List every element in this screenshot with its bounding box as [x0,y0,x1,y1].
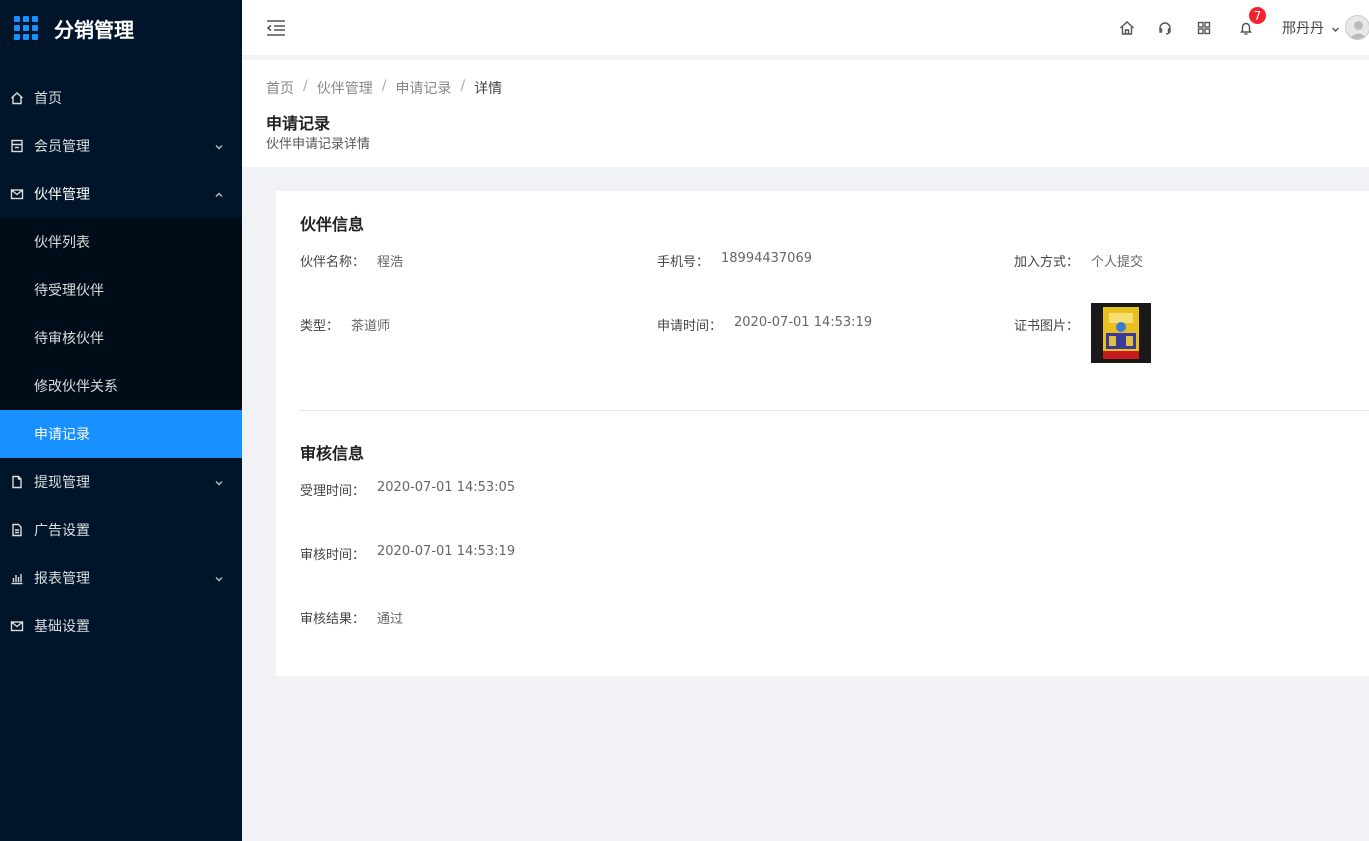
field-value: 个人提交 [1091,255,1144,270]
sidebar-item-home[interactable]: 首页 [0,74,242,122]
field-label: 审核结果： [300,612,366,627]
field-value: 2020-07-01 14:53:19 [734,315,873,330]
phone-field: 手机号： 18994437069 [657,251,812,270]
sidebar-item-modify-relation[interactable]: 修改伙伴关系 [0,362,242,410]
breadcrumb-separator: / [381,78,387,94]
page-header: 首页 / 伙伴管理 / 申请记录 / 详情 申请记录 伙伴申请记录详情 [242,60,1369,167]
sidebar-item-partners[interactable]: 伙伴管理 [0,170,242,218]
breadcrumb-home[interactable]: 首页 [266,78,294,98]
sidebar-item-pending-accept[interactable]: 待受理伙伴 [0,266,242,314]
chevron-down-icon [214,140,224,150]
logo[interactable]: 分销管理 [0,0,242,56]
sidebar-item-label: 伙伴管理 [34,187,90,203]
field-value: 18994437069 [721,251,812,266]
notification-badge: 7 [1248,6,1267,25]
sidebar-item-basic-settings[interactable]: 基础设置 [0,602,242,650]
sidebar-item-label: 基础设置 [34,619,90,635]
field-value: 通过 [377,612,404,627]
sidebar-item-pending-review[interactable]: 待审核伙伴 [0,314,242,362]
breadcrumb-separator: / [460,78,466,94]
certificate-image[interactable] [1091,303,1151,363]
partners-submenu: 伙伴列表 待受理伙伴 待审核伙伴 修改伙伴关系 申请记录 [0,218,242,458]
review-result-field: 审核结果： 通过 [300,608,403,627]
join-method-field: 加入方式： 个人提交 [1014,251,1143,270]
chevron-down-icon[interactable] [1331,23,1340,32]
field-value: 2020-07-01 14:53:05 [377,480,516,495]
mail-icon [10,187,24,201]
chevron-up-icon [214,188,224,198]
menu-fold-icon[interactable] [266,19,286,37]
field-label: 申请时间： [657,319,723,334]
field-label: 手机号： [657,255,710,270]
bar-chart-icon [10,571,24,585]
sidebar-item-withdrawals[interactable]: 提现管理 [0,458,242,506]
section-divider [300,410,1369,411]
field-label: 加入方式： [1014,255,1080,270]
field-value: 茶道师 [351,319,391,334]
sidebar-item-label: 广告设置 [34,523,90,539]
apply-time-field: 申请时间： 2020-07-01 14:53:19 [657,315,872,334]
sidebar-item-label: 报表管理 [34,571,90,587]
sidebar-item-members[interactable]: 会员管理 [0,122,242,170]
apps-icon[interactable] [1196,20,1212,36]
sidebar: 分销管理 首页 会员管理 伙伴管理 伙伴列表 待受理伙伴 待审核伙伴 修改伙伴关… [0,0,242,841]
sidebar-item-reports[interactable]: 报表管理 [0,554,242,602]
field-label: 类型： [300,319,340,334]
app-grid-icon [14,16,38,40]
field-label: 证书图片： [1014,319,1080,334]
breadcrumb-separator: / [303,78,308,94]
sidebar-item-label: 首页 [34,91,62,107]
calculator-icon [10,139,24,153]
field-value: 2020-07-01 14:53:19 [377,544,516,559]
detail-card: 伙伴信息 伙伴名称： 程浩 手机号： 18994437069 加入方式： 个人提… [276,191,1369,676]
sidebar-item-label: 会员管理 [34,139,90,155]
type-field: 类型： 茶道师 [300,315,390,334]
avatar[interactable] [1345,15,1369,40]
breadcrumb-partners[interactable]: 伙伴管理 [317,78,373,98]
page-title: 申请记录 [266,114,331,133]
partner-name-field: 伙伴名称： 程浩 [300,251,403,270]
headset-icon[interactable] [1157,20,1173,36]
field-label: 伙伴名称： [300,255,366,270]
sidebar-item-ads[interactable]: 广告设置 [0,506,242,554]
sidebar-item-application-records[interactable]: 申请记录 [0,410,242,458]
file-text-icon [10,523,24,537]
sidebar-menu: 首页 会员管理 伙伴管理 伙伴列表 待受理伙伴 待审核伙伴 修改伙伴关系 申请记… [0,74,242,650]
field-label: 受理时间： [300,484,366,499]
chevron-down-icon [214,572,224,582]
home-icon [10,91,24,105]
app-title: 分销管理 [54,17,134,42]
chevron-down-icon [214,476,224,486]
page-subtitle: 伙伴申请记录详情 [266,137,371,152]
file-icon [10,475,24,489]
accept-time-field: 受理时间： 2020-07-01 14:53:05 [300,480,515,499]
certificate-field: 证书图片： [1014,315,1079,334]
mail-icon [10,619,24,633]
field-value: 程浩 [377,255,404,270]
breadcrumb-records[interactable]: 申请记录 [395,78,451,98]
breadcrumb-current: 详情 [474,81,503,97]
top-header: 7 邢丹丹 [242,0,1369,56]
user-name[interactable]: 邢丹丹 [1282,18,1324,38]
breadcrumb: 首页 / 伙伴管理 / 申请记录 / 详情 [266,78,502,98]
home-icon[interactable] [1119,20,1135,36]
review-info-title: 审核信息 [300,444,365,463]
sidebar-item-partner-list[interactable]: 伙伴列表 [0,218,242,266]
review-time-field: 审核时间： 2020-07-01 14:53:19 [300,544,515,563]
sidebar-item-label: 提现管理 [34,475,90,491]
partner-info-title: 伙伴信息 [300,215,365,234]
field-label: 审核时间： [300,548,366,563]
